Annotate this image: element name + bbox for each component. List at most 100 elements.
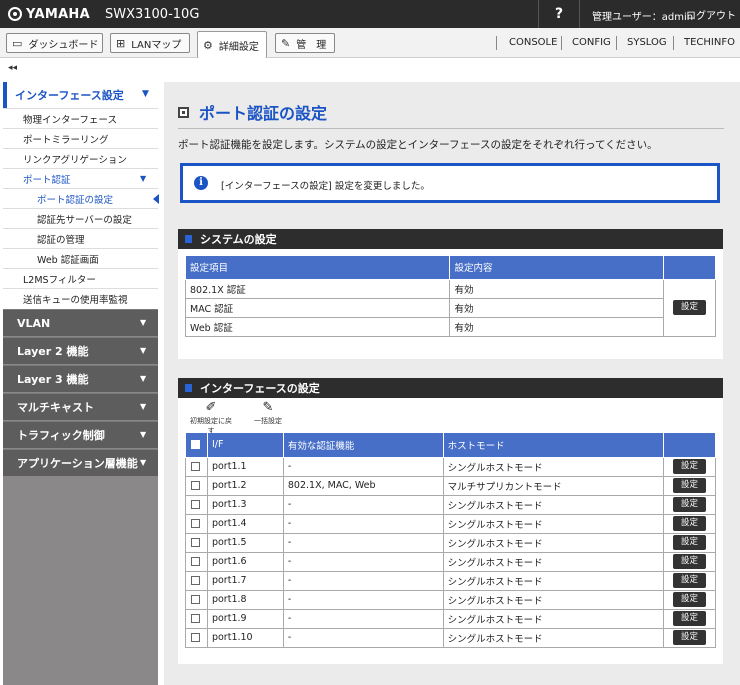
table-row: port1.7- シングルホストモード 設定: [185, 570, 716, 591]
button-cell: 設定: [663, 532, 716, 553]
row-checkbox[interactable]: [191, 481, 200, 490]
row-checkbox[interactable]: [191, 538, 200, 547]
table-row: port1.5- シングルホストモード 設定: [185, 532, 716, 553]
system-settings-button[interactable]: 設定: [673, 300, 707, 315]
setting-value: 有効: [449, 316, 665, 337]
sidebar-section-interface[interactable]: インターフェース設定 ▼: [3, 82, 158, 108]
port-settings-button[interactable]: 設定: [673, 630, 706, 645]
row-checkbox[interactable]: [191, 633, 200, 642]
row-select-cell: [185, 570, 208, 591]
table-row: port1.8- シングルホストモード 設定: [185, 589, 716, 610]
sidebar-item-physical-interface[interactable]: 物理インターフェース: [3, 108, 158, 128]
host-mode: シングルホストモード: [442, 513, 665, 534]
tab-dashboard[interactable]: ▭ ダッシュボード: [6, 33, 103, 53]
port-settings-button[interactable]: 設定: [673, 459, 706, 474]
port-settings-button[interactable]: 設定: [673, 516, 706, 531]
row-checkbox[interactable]: [191, 595, 200, 604]
row-select-cell: [185, 513, 208, 534]
interface-settings-title: インターフェースの設定: [178, 378, 723, 398]
host-mode: シングルホストモード: [442, 608, 665, 629]
row-checkbox[interactable]: [191, 462, 200, 471]
sidebar-item-label: 認証の管理: [37, 234, 85, 246]
techinfo-link[interactable]: TECHINFO: [684, 37, 735, 48]
sidebar-category-label: アプリケーション層機能: [17, 457, 138, 470]
triangle-down-icon: ▼: [142, 89, 149, 99]
tab-lanmap[interactable]: ⊞ LANマップ: [110, 33, 190, 53]
auth-functions: -: [282, 494, 444, 515]
table-row: port1.6- シングルホストモード 設定: [185, 551, 716, 572]
collapse-sidebar-button[interactable]: ◂◂: [8, 63, 17, 73]
tab-label: ダッシュボード: [28, 39, 99, 51]
reset-defaults-button[interactable]: ✐ 初期設定に戻す: [188, 400, 234, 436]
row-select-cell: [185, 608, 208, 629]
row-checkbox[interactable]: [191, 500, 200, 509]
port-settings-button[interactable]: 設定: [673, 554, 706, 569]
sidebar-item-queue-monitor[interactable]: 送信キューの使用率監視: [3, 288, 158, 309]
logout-link[interactable]: ログアウト: [686, 7, 736, 22]
table-row: port1.10- シングルホストモード 設定: [185, 627, 716, 648]
port-settings-button[interactable]: 設定: [673, 478, 706, 493]
triangle-down-icon: ▼: [140, 402, 147, 411]
sidebar-item-port-auth-settings[interactable]: ポート認証の設定: [3, 188, 159, 208]
sidebar-item-link-aggregation[interactable]: リンクアグリゲーション: [3, 148, 158, 168]
port-name: port1.8: [206, 589, 284, 610]
sidebar-item-l2ms-filter[interactable]: L2MSフィルター: [3, 268, 158, 288]
notice-text: [インターフェースの設定] 設定を変更しました。: [221, 181, 430, 192]
sidebar-item-auth-management[interactable]: 認証の管理: [3, 228, 158, 248]
gear-icon: ⚙: [203, 38, 213, 52]
config-link[interactable]: CONFIG: [572, 37, 611, 48]
port-settings-button[interactable]: 設定: [673, 497, 706, 512]
sidebar-item-port-mirroring[interactable]: ポートミラーリング: [3, 128, 158, 148]
info-icon: i: [194, 176, 208, 190]
sidebar-item-web-auth-screen[interactable]: Web 認証画面: [3, 248, 158, 268]
port-name: port1.9: [206, 608, 284, 629]
setting-item: MAC 認証: [184, 297, 451, 318]
select-all-checkbox[interactable]: [191, 440, 200, 450]
button-cell: 設定: [663, 494, 716, 515]
sidebar-category-vlan[interactable]: VLAN ▼: [3, 309, 158, 336]
sidebar-category-layer3[interactable]: Layer 3 機能 ▼: [3, 365, 158, 392]
sidebar-category-layer2[interactable]: Layer 2 機能 ▼: [3, 337, 158, 364]
sidebar-category-traffic-control[interactable]: トラフィック制御 ▼: [3, 421, 158, 448]
sidebar-item-label: ポート認証: [23, 174, 71, 186]
auth-functions: -: [282, 456, 444, 477]
port-name: port1.5: [206, 532, 284, 553]
sidebar-category-application-layer[interactable]: アプリケーション層機能 ▼: [3, 449, 158, 476]
port-settings-button[interactable]: 設定: [673, 573, 706, 588]
button-cell: 設定: [663, 456, 716, 477]
table-row: port1.4- シングルホストモード 設定: [185, 513, 716, 534]
tool-label: 一括設定: [254, 417, 282, 425]
sidebar-item-auth-server-settings[interactable]: 認証先サーバーの設定: [3, 208, 158, 228]
port-settings-button[interactable]: 設定: [673, 592, 706, 607]
top-bar: YAMAHA SWX3100-10G ? 管理ユーザー：admin ログアウト: [0, 0, 740, 28]
tab-management[interactable]: ✎ 管 理: [275, 33, 335, 53]
bulk-edit-icon: ✎: [262, 400, 274, 415]
sidebar-item-label: 物理インターフェース: [23, 114, 117, 126]
setting-value: 有効: [449, 278, 665, 299]
system-settings-panel: システムの設定 設定項目 設定内容 802.1X 認証 有効 設定 MAC 認証…: [178, 229, 723, 359]
auth-functions: -: [282, 589, 444, 610]
tab-label: LANマップ: [131, 39, 182, 51]
sidebar-section-label: インターフェース設定: [15, 89, 124, 102]
help-button[interactable]: ?: [538, 0, 580, 28]
row-checkbox[interactable]: [191, 576, 200, 585]
syslog-link[interactable]: SYSLOG: [627, 37, 667, 48]
auth-functions: -: [282, 513, 444, 534]
tab-advanced-settings[interactable]: ⚙ 詳細設定: [197, 31, 267, 58]
sidebar-category-multicast[interactable]: マルチキャスト ▼: [3, 393, 158, 420]
auth-functions: 802.1X, MAC, Web: [282, 475, 444, 496]
row-checkbox[interactable]: [191, 557, 200, 566]
bulk-settings-button[interactable]: ✎ 一括設定: [248, 400, 288, 426]
sidebar-item-label: ポート認証の設定: [37, 194, 114, 206]
divider: [673, 36, 674, 50]
triangle-down-icon: ▼: [140, 318, 147, 327]
port-name: port1.7: [206, 570, 284, 591]
port-settings-button[interactable]: 設定: [673, 611, 706, 626]
sidebar-item-port-auth[interactable]: ポート認証 ▼: [3, 168, 158, 188]
row-select-cell: [185, 551, 208, 572]
port-settings-button[interactable]: 設定: [673, 535, 706, 550]
row-checkbox[interactable]: [191, 614, 200, 623]
row-checkbox[interactable]: [191, 519, 200, 528]
button-cell: 設定: [663, 278, 716, 337]
console-link[interactable]: CONSOLE: [509, 37, 557, 48]
